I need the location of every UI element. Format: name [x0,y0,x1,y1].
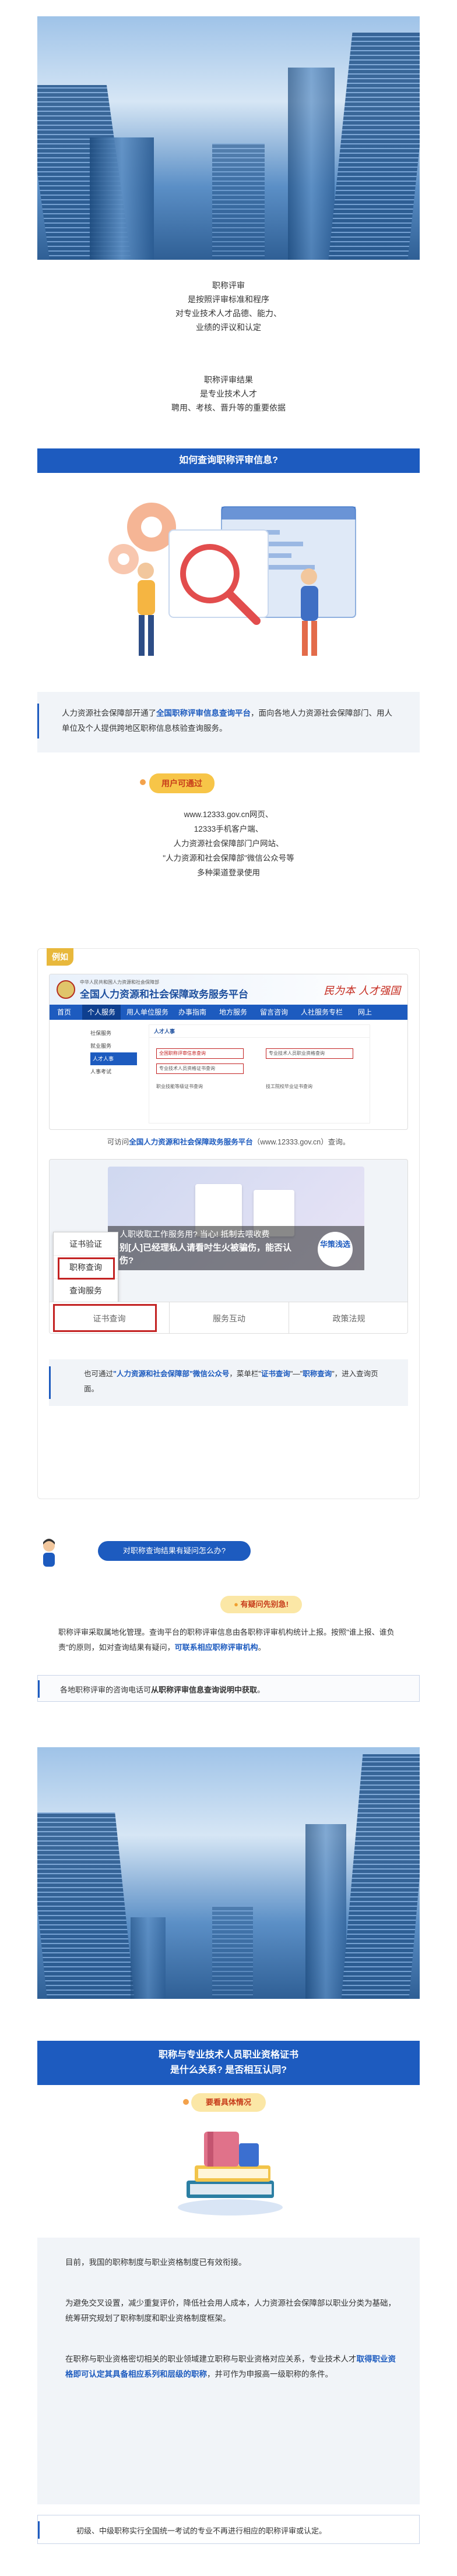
explain-paragraph: 目前，我国的职称制度与职业资格制度已有效衔接。 [65,2258,247,2267]
access-list: www.12333.gov.cn网页、 12333手机客户端、 人力资源社会保障… [0,807,457,880]
access-line: 多种渠道登录使用 [197,868,260,877]
info-box: 人力资源社会保障部开通了全国职称评审信息查询平台，面向各地人力资源社会保障部门、… [37,692,420,752]
explain-paragraph: 为避免交叉设置，减少重复评价，降低社会用人成本，人力资源社会保障部以职业分类为基… [65,2299,396,2323]
sidebar-item[interactable]: 就业服务 [90,1040,137,1052]
city-image-2 [37,1747,420,1999]
info-paragraph: 人力资源社会保障部开通了全国职称评审信息查询平台，面向各地人力资源社会保障部门、… [62,709,392,733]
avatar-icon [43,1539,55,1567]
panel-link[interactable]: 职业技能等级证书查询 [156,1083,203,1090]
website-screenshot: 中华人民共和国人力资源和社会保障部 全国人力资源和社会保障政务服务平台 民为本 … [49,974,408,1130]
explain-box: 目前，我国的职称制度与职业资格制度已有效衔接。 为避免交叉设置，减少重复评价，降… [37,2238,420,2504]
access-line: www.12333.gov.cn网页、 [184,810,273,819]
wechat-screenshot: 人职收取工作服务用? 当心! 抵制去喂收费 别[人]已经理私人请看吋生火被骗伤，… [49,1159,408,1334]
nav-tab[interactable]: 首页 [50,1005,79,1020]
access-badge: 用户可通过 [149,773,215,793]
nav-tab[interactable]: 地方服务 [214,1005,252,1020]
sidebar-item[interactable]: 社保服务 [90,1027,137,1040]
books-icon [178,2132,283,2215]
explain-badge: 要看具体情况 [191,2093,266,2112]
explain-note-box: 初级、中级职称实行全国统一考试的专业不再进行相应的职称评审或认定。 [37,2515,420,2544]
explain-paragraph: 在职称与职业资格密切相关的职业领域建立职称与职业资格对应关系，专业技术人才取得职… [65,2355,396,2379]
intro-line: 职称评审 [212,281,245,290]
banner-text: 伤? [119,1256,134,1266]
tile-policy[interactable]: 政策法规 [289,1302,407,1333]
faq-paragraph: 职称评审采取属地化管理。查询平台的职称评审信息由各职称评审机构统计上报。按照"谁… [58,1628,395,1652]
highlight-box [58,1257,115,1280]
nav-tab[interactable]: 办事指南 [173,1005,212,1020]
intro-line: 聘用、考核、晋升等的重要依据 [171,403,286,412]
tile-service[interactable]: 服务互动 [169,1302,289,1333]
explain-note: 初级、中级职称实行全国统一考试的专业不再进行相应的职称评审或认定。 [76,2526,327,2535]
intro-line: 业绩的评议和认定 [196,323,261,332]
caption-wechat: 也可通过"人力资源和社会保障部"微信公众号，菜单栏"证书查询"—"职称查询"，进… [84,1370,378,1393]
banner-text: 人职收取工作服务用? 当心! 抵制去喂收费 [119,1229,270,1239]
site-slogan: 民为本 人才强国 [324,985,400,997]
intro-line: 是按照评审标准和程序 [188,295,269,304]
faq-note-box: 各地职称评审的咨询电话可从职称评审信息查询说明中获取。 [37,1675,420,1702]
section-title-bar: 如何查询职称评审信息? [37,448,420,473]
panel-link[interactable]: 技工院校毕业证书查询 [266,1083,312,1090]
site-subtitle: 中华人民共和国人力资源和社会保障部 [80,980,159,985]
site-panel: 人才人事 全国职称评审信息查询 专业技术人员资格证书查询 专业技术人员职业资格查… [149,1024,370,1123]
nav-tab-active[interactable]: 个人服务 [82,1005,121,1020]
section-title-bar-2: 职称与专业技术人员职业资格证书 是什么关系? 是否相互认同? [37,2041,420,2085]
sidebar-item[interactable]: 人事考试 [90,1065,137,1078]
answer-bubble: ● 有疑问先别急! [220,1596,302,1613]
site-header: 中华人民共和国人力资源和社会保障部 全国人力资源和社会保障政务服务平台 民为本 … [50,974,407,1005]
header-city-image [37,16,420,260]
emblem-icon [57,980,75,999]
site-sidebar: 社保服务 就业服务 人才人事 人事考试 [90,1027,137,1078]
caption-wechat-box: 也可通过"人力资源和社会保障部"微信公众号，菜单栏"证书查询"—"职称查询"，进… [49,1359,408,1406]
nav-tab[interactable]: 人社服务专栏 [296,1005,348,1020]
site-nav: 首页 个人服务 用人单位服务 办事指南 地方服务 留言咨询 人社服务专栏 网上 [50,1005,407,1020]
intro-block-2: 职称评审结果 是专业技术人才 聘用、考核、晋升等的重要依据 [0,373,457,415]
highlight-box [53,1304,157,1332]
sidebar-item-active[interactable]: 人才人事 [90,1052,137,1065]
banner-text: 别[人]已经理私人请看吋生火被骗伤，能否认 [119,1243,291,1253]
question-bubble: 对职称查询结果有疑问怎么办? [98,1541,251,1561]
faq-note: 各地职称评审的咨询电话可从职称评审信息查询说明中获取。 [60,1685,265,1694]
panel-link-highlight[interactable]: 全国职称评审信息查询 [156,1048,244,1059]
example-badge: 例如 [47,948,73,966]
panel-link-highlight[interactable]: 专业技术人员资格证书查询 [156,1063,244,1074]
decor-dot [183,2099,189,2105]
panel-title: 人才人事 [149,1025,370,1038]
access-line: "人力资源和社会保障部"微信公众号等 [163,854,294,863]
menu-item[interactable]: 查询服务 [54,1279,118,1302]
wechat-banner: 人职收取工作服务用? 当心! 抵制去喂收费 别[人]已经理私人请看吋生火被骗伤，… [108,1167,364,1270]
caption-website: 可访问全国人力资源和社会保障政务服务平台（www.12333.gov.cn）查询… [107,1138,350,1146]
intro-block-1: 职称评审 是按照评审标准和程序 对专业技术人才品德、能力、 业绩的评议和认定 [0,278,457,334]
menu-item[interactable]: 证书验证 [54,1232,118,1256]
intro-line: 是专业技术人才 [200,389,257,398]
search-illustration [108,503,356,656]
panel-link-highlight[interactable]: 专业技术人员职业资格查询 [266,1048,353,1059]
intro-line: 职称评审结果 [204,375,253,384]
nav-tab[interactable]: 网上 [350,1005,379,1020]
section-title-line: 是什么关系? 是否相互认同? [170,2065,287,2075]
nav-tab[interactable]: 留言咨询 [255,1005,293,1020]
info-box-accent [37,704,39,738]
nav-tab[interactable]: 用人单位服务 [124,1005,171,1020]
section-title-line: 职称与专业技术人员职业资格证书 [158,2050,298,2060]
site-title: 全国人力资源和社会保障政务服务平台 [80,989,248,1000]
access-line: 人力资源社会保障部门户网站、 [173,839,284,848]
intro-line: 对专业技术人才品德、能力、 [175,309,282,318]
access-line: 12333手机客户端、 [194,825,263,833]
decor-dot [140,779,146,785]
banner-badge: 华策浅选 [318,1232,353,1267]
